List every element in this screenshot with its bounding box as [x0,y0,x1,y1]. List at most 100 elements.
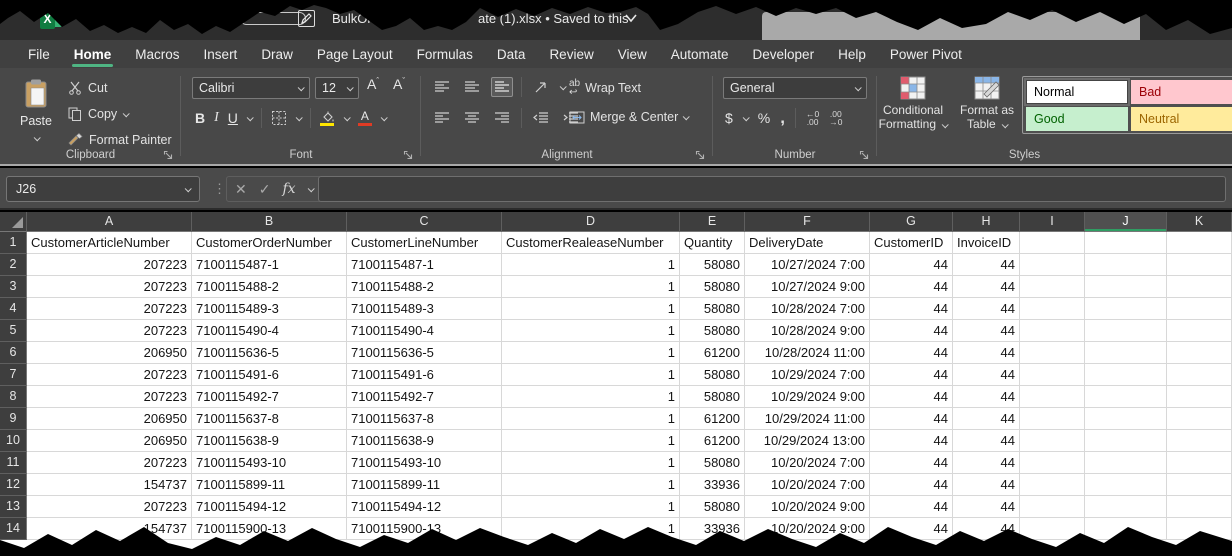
column-header-I[interactable]: I [1020,212,1085,232]
cell-I2[interactable] [1020,254,1085,276]
row-header-12[interactable]: 12 [0,474,27,496]
cell-F9[interactable]: 10/29/2024 11:00 [745,408,870,430]
formula-bar-drag-handle[interactable]: ⋮ [213,181,226,197]
cell-E3[interactable]: 58080 [680,276,745,298]
align-right-button[interactable] [491,108,513,128]
cell-B5[interactable]: 7100115490-4 [192,320,347,342]
cell-G14[interactable]: 44 [870,518,953,540]
cell-H12[interactable]: 44 [953,474,1020,496]
cell-B2[interactable]: 7100115487-1 [192,254,347,276]
cell-E9[interactable]: 61200 [680,408,745,430]
cell-J6[interactable] [1085,342,1167,364]
cell-B11[interactable]: 7100115493-10 [192,452,347,474]
cell-B6[interactable]: 7100115636-5 [192,342,347,364]
cell-J1[interactable] [1085,232,1167,254]
cell-K9[interactable] [1167,408,1232,430]
conditional-formatting-button[interactable]: Conditional Formatting [877,76,949,131]
format-as-table-button[interactable]: Format as Table [951,76,1023,131]
cell-C6[interactable]: 7100115636-5 [347,342,502,364]
cell-E4[interactable]: 58080 [680,298,745,320]
cell-H5[interactable]: 44 [953,320,1020,342]
cell-A2[interactable]: 207223 [27,254,192,276]
cell-H2[interactable]: 44 [953,254,1020,276]
wrap-text-button[interactable]: ab↩ Wrap Text [569,79,641,97]
cell-H10[interactable]: 44 [953,430,1020,452]
italic-button[interactable]: I [214,110,219,126]
tab-help[interactable]: Help [826,40,878,68]
cell-J14[interactable] [1085,518,1167,540]
cell-J2[interactable] [1085,254,1167,276]
cell-J13[interactable] [1085,496,1167,518]
cell-E5[interactable]: 58080 [680,320,745,342]
cell-B9[interactable]: 7100115637-8 [192,408,347,430]
cell-K4[interactable] [1167,298,1232,320]
cell-G2[interactable]: 44 [870,254,953,276]
cell-C4[interactable]: 7100115489-3 [347,298,502,320]
cell-B8[interactable]: 7100115492-7 [192,386,347,408]
cell-B10[interactable]: 7100115638-9 [192,430,347,452]
merge-center-dropdown[interactable] [683,113,690,120]
cell-F11[interactable]: 10/20/2024 7:00 [745,452,870,474]
cell-E6[interactable]: 61200 [680,342,745,364]
copy-button[interactable]: Copy [68,104,128,124]
cell-A8[interactable]: 207223 [27,386,192,408]
cell-B12[interactable]: 7100115899-11 [192,474,347,496]
fill-color-dropdown[interactable] [344,114,351,121]
cell-I8[interactable] [1020,386,1085,408]
column-header-K[interactable]: K [1167,212,1232,232]
cell-D9[interactable]: 1 [502,408,680,430]
cell-E14[interactable]: 33936 [680,518,745,540]
row-header-9[interactable]: 9 [0,408,27,430]
cell-I5[interactable] [1020,320,1085,342]
increase-decimal-button[interactable]: ←0.00 [806,110,819,126]
align-left-button[interactable] [431,108,453,128]
formula-bar-expand-chevron[interactable] [307,185,314,192]
paste-button[interactable]: Paste [14,76,58,148]
cell-G8[interactable]: 44 [870,386,953,408]
cell-K12[interactable] [1167,474,1232,496]
tab-view[interactable]: View [606,40,659,68]
column-header-E[interactable]: E [680,212,745,232]
top-align-button[interactable] [431,77,453,97]
tab-formulas[interactable]: Formulas [405,40,485,68]
style-neutral[interactable]: Neutral [1131,107,1232,131]
cell-G5[interactable]: 44 [870,320,953,342]
row-header-13[interactable]: 13 [0,496,27,518]
cell-J8[interactable] [1085,386,1167,408]
cell-H3[interactable]: 44 [953,276,1020,298]
cell-F13[interactable]: 10/20/2024 9:00 [745,496,870,518]
excel-app-icon[interactable]: X [40,9,62,29]
cell-D10[interactable]: 1 [502,430,680,452]
cell-K11[interactable] [1167,452,1232,474]
middle-align-button[interactable] [461,77,483,97]
cancel-button[interactable]: ✕ [235,181,247,198]
cell-C2[interactable]: 7100115487-1 [347,254,502,276]
cell-J12[interactable] [1085,474,1167,496]
cell-F6[interactable]: 10/28/2024 11:00 [745,342,870,364]
tab-page-layout[interactable]: Page Layout [305,40,405,68]
cell-D14[interactable]: 1 [502,518,680,540]
cell-A4[interactable]: 207223 [27,298,192,320]
cell-J11[interactable] [1085,452,1167,474]
cell-G10[interactable]: 44 [870,430,953,452]
cell-A6[interactable]: 206950 [27,342,192,364]
cell-H13[interactable]: 44 [953,496,1020,518]
borders-icon[interactable] [271,110,287,126]
cell-G4[interactable]: 44 [870,298,953,320]
cell-C11[interactable]: 7100115493-10 [347,452,502,474]
cell-D3[interactable]: 1 [502,276,680,298]
comma-style-button[interactable]: , [780,113,785,123]
accounting-format-dropdown[interactable] [742,114,749,121]
row-header-10[interactable]: 10 [0,430,27,452]
underline-button[interactable]: U [228,110,238,126]
cell-C10[interactable]: 7100115638-9 [347,430,502,452]
cell-J7[interactable] [1085,364,1167,386]
cell-C1[interactable]: CustomerLineNumber [347,232,502,254]
cell-E13[interactable]: 58080 [680,496,745,518]
orientation-dropdown[interactable] [560,83,567,90]
cell-H8[interactable]: 44 [953,386,1020,408]
column-header-J[interactable]: J [1085,212,1167,232]
font-dialog-launcher-icon[interactable] [403,150,413,160]
cell-A9[interactable]: 206950 [27,408,192,430]
cell-K5[interactable] [1167,320,1232,342]
